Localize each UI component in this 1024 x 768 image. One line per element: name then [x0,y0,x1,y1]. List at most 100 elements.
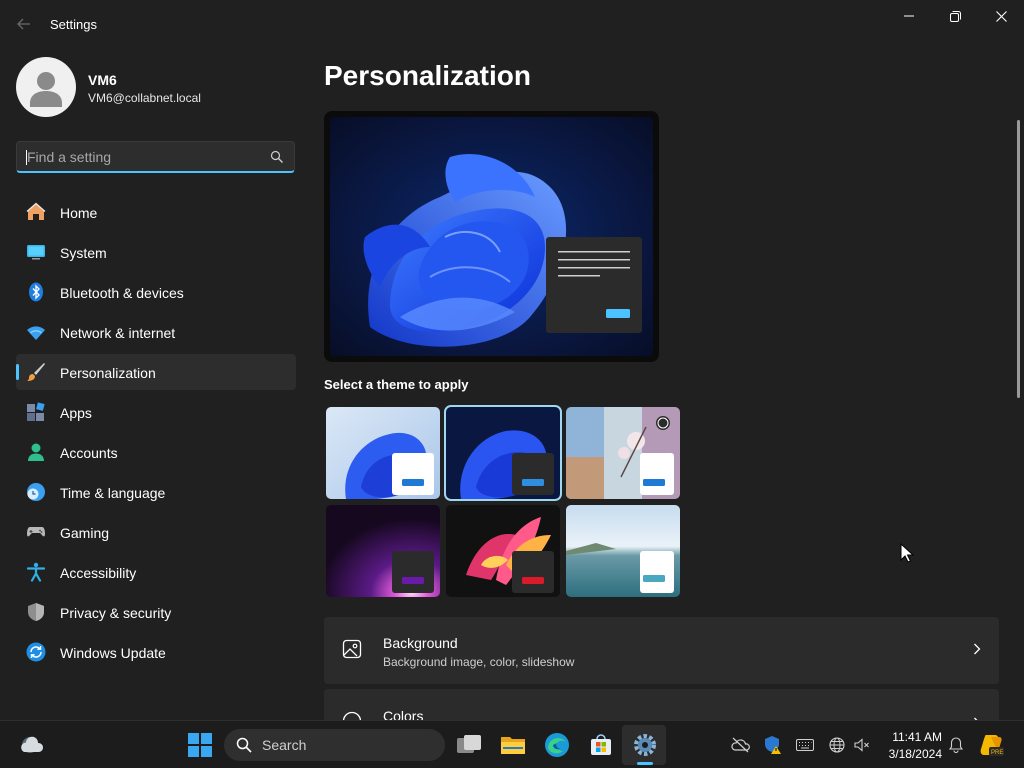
sidebar-item-windows-update[interactable]: Windows Update [16,634,296,670]
sidebar-item-network[interactable]: Network & internet [16,314,296,350]
user-name: VM6 [88,72,117,88]
start-button[interactable] [186,731,214,759]
widgets-button[interactable] [18,731,46,759]
home-icon [26,202,46,220]
sidebar-item-label: System [60,245,107,261]
weather-cloud-icon [21,736,44,753]
keyboard-tray[interactable] [791,731,819,759]
sidebar-item-label: Network & internet [60,325,176,341]
theme-flow-thumbnail [566,505,680,597]
svg-text:PRE: PRE [991,750,1003,756]
volume-tray[interactable] [849,731,875,759]
gear-icon [634,734,656,756]
paintbrush-icon [27,363,45,381]
theme-dark-thumbnail [446,407,560,499]
restore-icon [949,10,961,22]
content-scrollbar[interactable] [1017,120,1020,398]
copilot-pre-icon: PRE [980,735,1004,756]
theme-captured-motion[interactable] [446,505,560,597]
speaker-muted-icon [854,738,869,752]
sidebar-item-label: Time & language [60,485,166,501]
sidebar-item-label: Accounts [60,445,118,461]
microsoft-store-button[interactable] [587,731,615,759]
sidebar-item-bluetooth[interactable]: Bluetooth & devices [16,274,296,310]
active-indicator [16,364,19,380]
clock-globe-icon [27,483,45,501]
cloud-offline-icon [731,737,750,753]
mouse-cursor-icon [900,543,914,563]
sidebar-nav: Home System Bluetooth & devices Network … [16,194,296,674]
onedrive-tray[interactable] [727,731,755,759]
theme-windows-dark[interactable] [444,405,562,501]
sidebar-item-privacy-security[interactable]: Privacy & security [16,594,296,630]
sidebar-item-apps[interactable]: Apps [16,394,296,430]
sidebar-item-accessibility[interactable]: Accessibility [16,554,296,590]
settings-search-box[interactable] [16,141,295,173]
close-button[interactable] [978,0,1024,32]
file-explorer-button[interactable] [499,731,527,759]
user-email: VM6@collabnet.local [88,91,201,105]
sidebar-item-label: Gaming [60,525,110,541]
sidebar-item-label: Windows Update [60,645,166,661]
globe-icon [829,737,845,753]
theme-windows-light[interactable] [326,407,440,499]
sidebar-item-time-language[interactable]: Time & language [16,474,296,510]
themes-heading: Select a theme to apply [324,377,469,392]
close-icon [995,10,1007,22]
sidebar-item-gaming[interactable]: Gaming [16,514,296,550]
taskbar: Search 11:41 AM 3/18/2024 PRE [0,720,1024,768]
edge-button[interactable] [543,731,571,759]
sidebar-item-accounts[interactable]: Accounts [16,434,296,470]
theme-preview [324,111,659,362]
notifications-button[interactable] [943,731,969,759]
background-setting-card[interactable]: Background Background image, color, slid… [324,617,999,684]
monitor-icon [27,245,45,260]
bluetooth-icon [29,282,43,302]
back-button[interactable] [10,12,38,36]
taskbar-search[interactable]: Search [224,729,445,761]
page-title: Personalization [324,60,531,91]
edge-browser-icon [545,733,569,757]
task-view-button[interactable] [455,731,483,759]
update-icon [26,642,46,662]
active-app-indicator [637,762,653,765]
wifi-icon [27,326,45,340]
theme-spotlight[interactable] [566,407,680,499]
search-icon[interactable] [270,150,284,164]
sidebar-item-label: Apps [60,405,92,421]
theme-captured-motion-thumbnail [446,505,560,597]
sidebar-item-label: Accessibility [60,565,137,581]
wallpaper-bloom-image [330,117,653,356]
sidebar-item-home[interactable]: Home [16,194,296,230]
minimize-button[interactable] [886,0,932,32]
copilot-button[interactable]: PRE [978,731,1006,759]
clock-date[interactable]: 3/18/2024 [880,747,942,761]
avatar [16,57,76,117]
settings-taskbar-button[interactable] [631,731,659,759]
security-tray[interactable] [759,731,787,759]
sidebar-item-label: Privacy & security [60,605,172,621]
search-input[interactable] [27,142,257,172]
title-bar: Settings [0,0,1024,48]
theme-flow[interactable] [566,505,680,597]
back-arrow-icon [17,18,30,30]
network-tray[interactable] [823,731,851,759]
sidebar-item-label: Home [60,205,98,221]
windows-logo-icon [188,733,212,757]
shield-icon [28,603,44,621]
sidebar-item-personalization[interactable]: Personalization [16,354,296,390]
theme-light-thumbnail [326,407,440,499]
task-view-icon [457,735,481,753]
keyboard-icon [796,739,814,751]
theme-glow[interactable] [326,505,440,597]
sidebar-item-system[interactable]: System [16,234,296,270]
restore-button[interactable] [932,0,978,32]
sidebar-item-label: Personalization [60,365,156,381]
clock-time[interactable]: 11:41 AM [880,730,942,744]
user-profile[interactable]: VM6 VM6@collabnet.local [16,57,296,117]
accessibility-icon [26,562,46,582]
chevron-right-icon [974,643,981,655]
theme-glow-thumbnail [326,505,440,597]
taskbar-search-label: Search [262,737,307,753]
search-icon [236,737,252,753]
